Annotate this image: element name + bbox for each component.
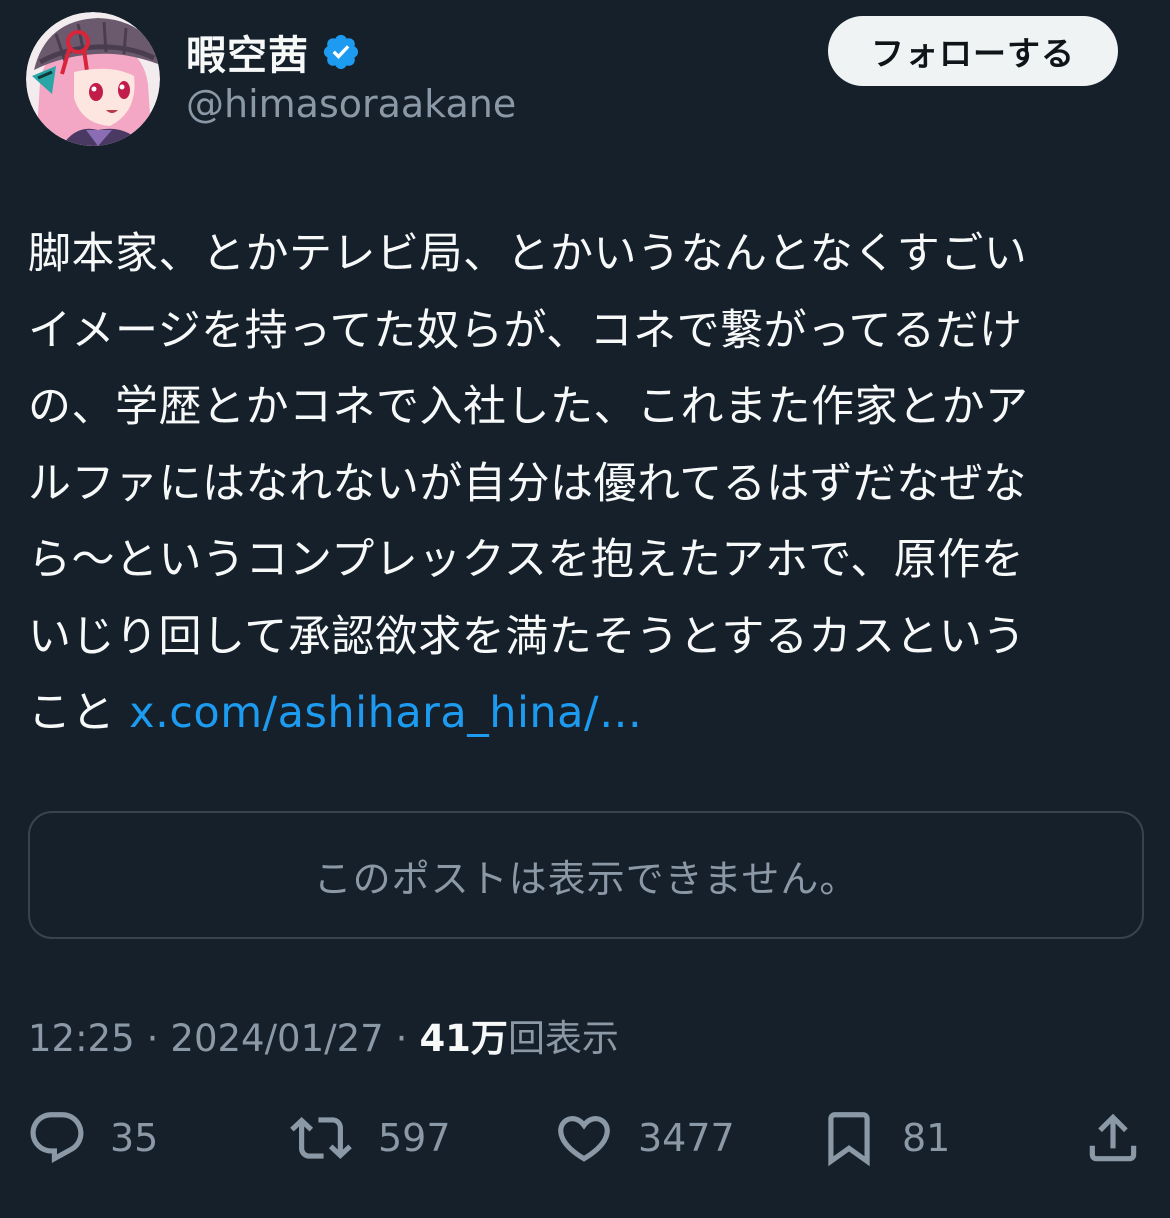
repost-icon [290, 1117, 352, 1159]
bookmark-icon [828, 1112, 870, 1167]
like-button[interactable]: 3477 [552, 1100, 735, 1176]
bookmark-count: 81 [902, 1116, 951, 1160]
follow-button[interactable]: フォローする [828, 16, 1118, 86]
like-count: 3477 [638, 1116, 735, 1160]
tweet-text-line: ら～というコンプレックスを抱えたアホで、原作を [28, 535, 1025, 585]
reply-count: 35 [110, 1116, 159, 1160]
tweet-text-line: ルファにはなれないが自分は優れてるはずだなぜな [28, 458, 1027, 509]
author-handle[interactable]: @himasoraakane [186, 82, 516, 126]
tweet-text-line: イメージを持ってた奴らが、コネで繋がってるだけ [28, 305, 1023, 356]
share-icon [1089, 1113, 1137, 1162]
reply-button[interactable]: 35 [26, 1100, 158, 1176]
tweet-text-line: の、学歴とかコネで入社した、これまた作家とかア [28, 382, 1029, 432]
meta-separator: · [395, 1017, 408, 1060]
tweet-text: 脚本家、とかテレビ局、とかいうなんとなくすごい イメージを持ってた奴らが、コネで… [28, 216, 1133, 752]
tweet-text-line: 脚本家、とかテレビ局、とかいうなんとなくすごい [28, 229, 1028, 279]
quoted-post-unavailable: このポストは表示できません。 [28, 811, 1144, 939]
display-name[interactable]: 暇空茜 [186, 23, 309, 81]
tweet-meta: 12:25 · 2024/01/27 · 41万 回表示 [28, 1008, 619, 1062]
quote-unavailable-text: このポストは表示できません。 [313, 856, 859, 901]
share-button[interactable] [1082, 1100, 1144, 1176]
repost-count: 597 [378, 1116, 451, 1160]
meta-separator: · [146, 1017, 159, 1060]
tweet-time[interactable]: 12:25 [28, 1017, 135, 1060]
tweet-text-last-line: こと x.com/ashihara_hina/… [28, 675, 1133, 752]
tweet-text-line: いじり回して承認欲求を満たそうとするカスという [28, 611, 1026, 662]
avatar[interactable] [26, 12, 160, 146]
author-name-row[interactable]: 暇空茜 [186, 24, 361, 80]
views-count[interactable]: 41万 [419, 1008, 508, 1062]
repost-button[interactable]: 597 [286, 1100, 451, 1176]
bookmark-button[interactable]: 81 [818, 1100, 950, 1176]
anime-character-avatar [26, 12, 160, 146]
verified-badge-icon [323, 34, 359, 70]
tweet-text-tail: こと [28, 688, 115, 738]
heart-icon [558, 1116, 610, 1162]
action-bar: 35 597 3477 81 [0, 1100, 1170, 1180]
tweet-date[interactable]: 2024/01/27 [170, 1017, 383, 1060]
views-label[interactable]: 回表示 [508, 1008, 619, 1062]
reply-icon [30, 1112, 84, 1164]
tweet-link[interactable]: x.com/ashihara_hina/… [129, 688, 642, 738]
